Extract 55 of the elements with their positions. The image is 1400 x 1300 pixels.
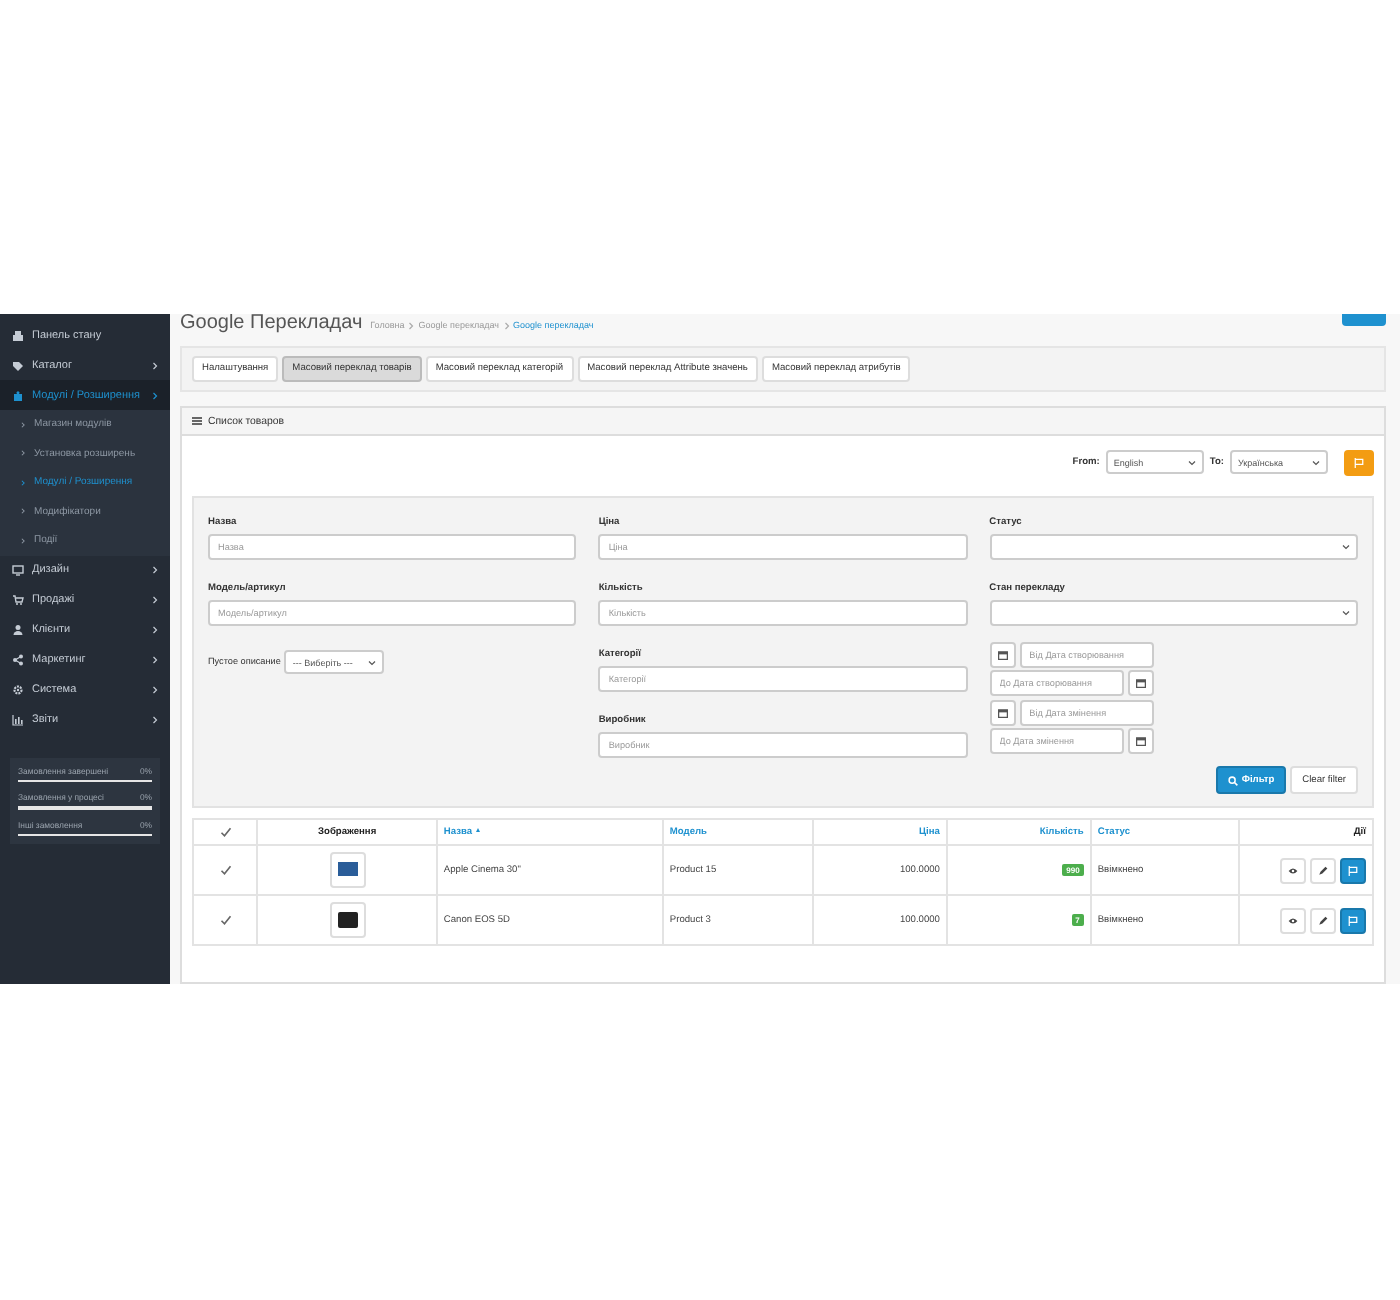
- view-button[interactable]: [1280, 857, 1306, 883]
- caret-down-icon: [1312, 459, 1320, 465]
- page-title: Google Перекладач: [180, 314, 363, 332]
- flag-icon: [1354, 457, 1364, 467]
- checkmark-icon: [219, 825, 232, 838]
- chevron-right-icon: [503, 321, 510, 329]
- calendar-button[interactable]: [989, 642, 1016, 668]
- search-icon: [1227, 775, 1238, 785]
- flag-icon: [1348, 865, 1358, 875]
- puzzle-icon: [12, 389, 24, 401]
- user-icon: [12, 624, 24, 636]
- checkmark-icon: [219, 913, 232, 926]
- chevron-right-icon: [20, 421, 26, 428]
- share-icon: [12, 654, 24, 666]
- select-field[interactable]: [989, 600, 1358, 626]
- eye-icon: [1288, 865, 1298, 875]
- chevron-right-icon: [20, 537, 26, 544]
- checkmark-icon: [219, 863, 232, 876]
- eye-icon: [1288, 915, 1298, 925]
- chevron-right-icon: [20, 479, 26, 486]
- photo-placeholder: [337, 862, 358, 876]
- calendar-button[interactable]: [989, 700, 1016, 726]
- caret-down-icon: [1341, 610, 1350, 616]
- calendar-button[interactable]: [1127, 728, 1154, 754]
- caret-down-icon: [368, 659, 377, 665]
- view-button[interactable]: [1280, 907, 1306, 933]
- pencil-icon: [1318, 865, 1328, 875]
- select-all-checkbox[interactable]: [219, 825, 232, 838]
- gear-icon: [12, 684, 24, 696]
- bar-chart-icon: [12, 714, 24, 726]
- row-checkbox[interactable]: [219, 913, 232, 926]
- calendar-icon: [1135, 736, 1146, 746]
- calendar-button[interactable]: [1127, 670, 1154, 696]
- edit-button[interactable]: [1310, 857, 1336, 883]
- edit-button[interactable]: [1310, 907, 1336, 933]
- flag-icon: [1348, 915, 1358, 925]
- calendar-icon: [1135, 678, 1146, 688]
- calendar-icon: [997, 708, 1008, 718]
- select-field[interactable]: [989, 534, 1358, 560]
- caret-down-icon: [1187, 459, 1196, 465]
- pencil-icon: [1318, 915, 1328, 925]
- caret-down-icon: [1341, 544, 1350, 550]
- calendar-icon: [997, 650, 1008, 660]
- translate-button[interactable]: [1340, 857, 1366, 883]
- dashboard-icon: [12, 329, 24, 341]
- chevron-right-icon: [408, 321, 415, 329]
- cart-icon: [12, 594, 24, 606]
- chevron-right-icon: [20, 508, 26, 515]
- photo-placeholder: [337, 912, 358, 928]
- monitor-icon: [12, 564, 24, 576]
- translate-button[interactable]: [1340, 907, 1366, 933]
- list-icon: [192, 416, 202, 426]
- tag-icon: [12, 359, 24, 371]
- row-checkbox[interactable]: [219, 863, 232, 876]
- chevron-right-icon: [20, 450, 26, 457]
